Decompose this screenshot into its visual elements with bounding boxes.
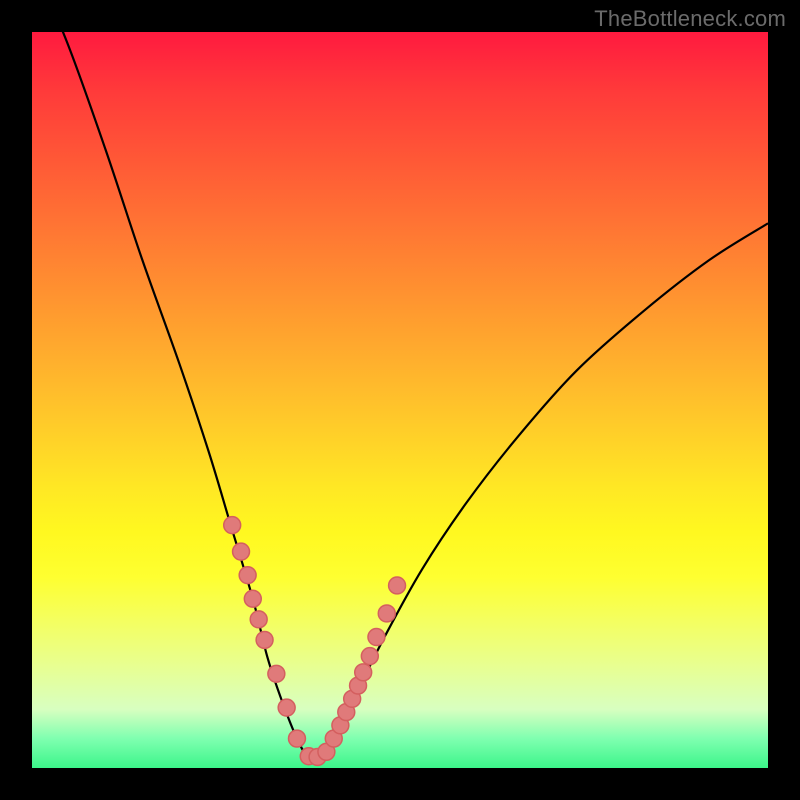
highlight-dot bbox=[278, 699, 295, 716]
highlight-dot bbox=[355, 664, 372, 681]
highlight-dot bbox=[256, 631, 273, 648]
chart-frame: TheBottleneck.com bbox=[0, 0, 800, 800]
highlight-dot bbox=[288, 730, 305, 747]
plot-area bbox=[32, 32, 768, 768]
highlight-dot bbox=[361, 648, 378, 665]
highlight-dot bbox=[378, 605, 395, 622]
highlight-dot bbox=[268, 665, 285, 682]
watermark-text: TheBottleneck.com bbox=[594, 6, 786, 32]
bottleneck-curve bbox=[32, 0, 768, 759]
highlight-dot bbox=[233, 543, 250, 560]
highlight-dot bbox=[250, 611, 267, 628]
curve-layer bbox=[32, 32, 768, 768]
highlight-dot bbox=[239, 567, 256, 584]
highlight-dots-group bbox=[224, 517, 406, 766]
highlight-dot bbox=[224, 517, 241, 534]
highlight-dot bbox=[389, 577, 406, 594]
highlight-dot bbox=[244, 590, 261, 607]
highlight-dot bbox=[368, 629, 385, 646]
